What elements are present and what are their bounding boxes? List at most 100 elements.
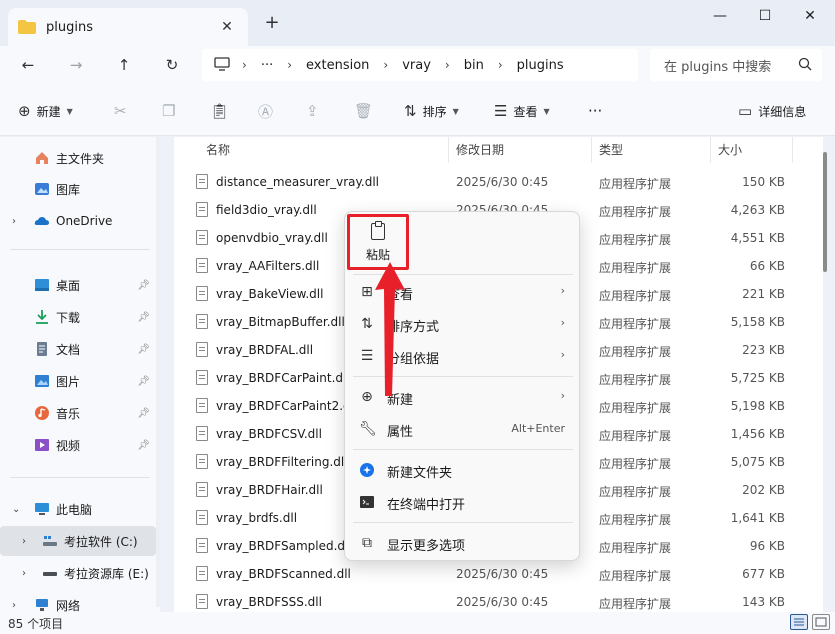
new-folder-icon [359,462,375,478]
sidebar-item-downloads[interactable]: 下载 📌︎ [0,302,156,332]
sidebar-item-videos[interactable]: 视频 📌︎ [0,430,156,460]
cut-button[interactable]: ✂ [114,100,133,122]
file-type: 应用程序扩展 [599,373,672,387]
search-input[interactable]: 在 plugins 中搜索 [650,49,822,81]
sidebar-item-label: 网络 [56,598,81,613]
breadcrumb-separator: › [242,58,247,72]
file-type: 应用程序扩展 [599,541,672,555]
drive-icon [42,533,58,549]
video-icon [34,437,50,453]
column-separator[interactable] [448,137,449,163]
sort-button[interactable]: ⇅ 排序 ▼ [404,100,459,122]
file-type: 应用程序扩展 [599,289,672,303]
sidebar-item-home[interactable]: 主文件夹 [0,143,156,173]
sidebar-item-music[interactable]: 音乐 📌︎ [0,398,156,428]
chevron-right-icon[interactable]: › [22,536,26,547]
close-tab-icon[interactable]: ✕ [218,18,236,36]
column-separator[interactable] [591,137,592,163]
tiles-view-button[interactable] [812,614,830,630]
file-name: vray_BRDFAL.dll [216,343,314,357]
breadcrumb-separator: › [444,58,450,72]
view-button[interactable]: ☰ 查看 ▼ [494,100,550,122]
breadcrumb-bin[interactable]: bin [464,58,484,73]
copy-button[interactable]: ❐ [162,100,181,122]
column-separator[interactable] [792,137,793,163]
dll-file-icon [196,398,208,413]
back-arrow-icon[interactable]: ← [16,54,40,76]
details-pane-button[interactable]: ▭ 详细信息 [738,100,806,122]
menu-item-new-folder[interactable]: 新建文件夹 [345,454,581,486]
chevron-down-icon[interactable]: ⌄ [12,504,20,515]
minimize-button[interactable]: — [705,6,735,26]
wrench-icon: 🔧︎ [359,421,377,437]
dll-file-icon [196,370,208,385]
pin-icon[interactable]: 📌︎ [137,408,150,419]
pin-icon[interactable]: 📌︎ [137,280,150,291]
file-name: vray_BRDFCarPaint.dll [216,371,350,385]
pin-icon[interactable]: 📌︎ [137,440,150,451]
chevron-right-icon: › [560,284,565,297]
rename-button[interactable]: Ⓐ [258,100,279,122]
sidebar-item-label: 图片 [56,374,81,389]
navigation-pane: 主文件夹 图库 › OneDrive 桌面 📌︎ 下载 📌︎ 文档 📌︎ 图片 … [0,137,160,617]
column-header-date[interactable]: 修改日期 [456,137,504,163]
file-type: 应用程序扩展 [599,569,672,583]
file-name: vray_brdfs.dll [216,511,298,525]
details-pane-icon: ▭ [738,102,753,120]
share-button[interactable]: ⇪ [306,100,325,122]
up-arrow-icon[interactable]: ↑ [112,54,136,76]
gallery-icon [34,181,50,197]
menu-item-open-terminal[interactable]: 在终端中打开 [345,486,581,518]
vertical-scrollbar-thumb[interactable] [823,152,827,272]
table-row[interactable]: distance_measurer_vray.dll 2025/6/30 0:45… [174,168,823,196]
address-bar[interactable]: › ··· › extension › vray › bin › plugins [202,49,638,81]
sidebar-item-drive-c[interactable]: › 考拉软件 (C:) [0,526,156,556]
close-window-button[interactable]: ✕ [795,6,825,26]
new-tab-button[interactable]: + [262,13,282,33]
pin-icon[interactable]: 📌︎ [137,376,150,387]
details-view-button[interactable] [790,614,808,630]
breadcrumb-plugins[interactable]: plugins [517,58,564,73]
pin-icon[interactable]: 📌︎ [137,312,150,323]
maximize-button[interactable]: ☐ [750,6,780,26]
chevron-right-icon[interactable]: › [12,600,16,611]
breadcrumb-vray[interactable]: vray [402,58,431,73]
plus-circle-icon: ⊕ [18,102,31,120]
paste-toolbar-button[interactable]: 📋︎ [210,100,235,122]
download-icon [34,309,50,325]
sidebar-item-desktop[interactable]: 桌面 📌︎ [0,270,156,300]
sidebar-item-documents[interactable]: 文档 📌︎ [0,334,156,364]
expand-icon: ⧉ [362,535,372,551]
breadcrumb-extension[interactable]: extension [306,58,369,73]
file-type: 应用程序扩展 [599,485,672,499]
menu-item-show-more[interactable]: ⧉ 显示更多选项 [345,527,581,559]
chevron-right-icon[interactable]: › [22,568,26,579]
sidebar-item-pictures[interactable]: 图片 📌︎ [0,366,156,396]
delete-button[interactable]: 🗑︎ [354,100,379,122]
column-header-size[interactable]: 大小 [718,137,742,163]
refresh-icon[interactable]: ↻ [160,54,184,76]
table-row[interactable]: vray_BRDFScanned.dll 2025/6/30 0:45 应用程序扩展… [174,560,823,588]
tab-plugins[interactable]: plugins ✕ [8,8,248,46]
file-type: 应用程序扩展 [599,345,672,359]
rename-icon: Ⓐ [258,102,274,121]
sidebar-scrollbar[interactable] [156,137,160,607]
sidebar-item-gallery[interactable]: 图库 [0,174,156,204]
chevron-right-icon[interactable]: › [12,216,16,227]
file-name: vray_BRDFScanned.dll [216,567,351,581]
more-options-button[interactable]: ··· [588,100,602,122]
column-separator[interactable] [710,137,711,163]
new-button[interactable]: ⊕ 新建 ▼ [18,100,73,122]
pin-icon[interactable]: 📌︎ [137,344,150,355]
sidebar-item-onedrive[interactable]: › OneDrive [0,206,156,236]
forward-arrow-icon[interactable]: → [64,54,88,76]
chevron-down-icon: ▼ [543,106,550,116]
column-header-name[interactable]: 名称 [206,137,230,163]
share-icon: ⇪ [306,102,319,120]
sidebar-item-this-pc[interactable]: ⌄ 此电脑 [0,494,156,524]
column-header-type[interactable]: 类型 [599,137,623,163]
menu-item-properties[interactable]: 🔧︎ 属性 Alt+Enter [345,413,581,445]
sidebar-item-drive-e[interactable]: › 考拉资源库 (E:) [0,558,156,588]
breadcrumb-overflow[interactable]: ··· [261,58,273,73]
chevron-down-icon: ▼ [66,106,73,116]
